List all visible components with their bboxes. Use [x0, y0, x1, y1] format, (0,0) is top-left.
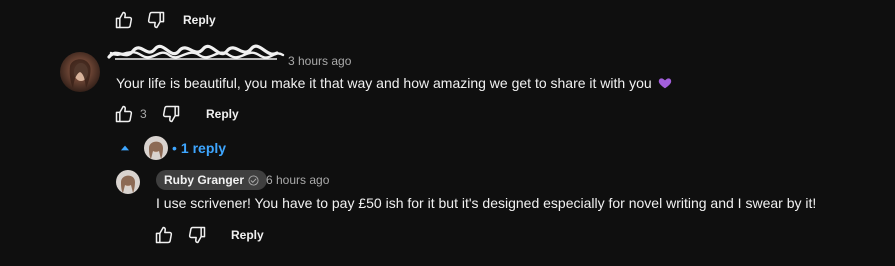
separator-dot: • [172, 140, 177, 156]
caret-up-icon [120, 145, 130, 151]
purple-heart-icon [658, 78, 671, 89]
creator-author-chip[interactable]: Ruby Granger [156, 170, 268, 190]
avatar[interactable] [116, 170, 140, 194]
redacted-author-name [107, 44, 285, 60]
comment-body: Your life is beautiful, you make it that… [116, 74, 672, 92]
thumbs-down-icon [147, 11, 165, 29]
comment-text: Your life is beautiful, you make it that… [116, 75, 652, 91]
reply-author-avatar [144, 136, 168, 160]
thumbs-down-icon [188, 226, 206, 244]
replies-count[interactable]: 1 reply [181, 140, 226, 156]
thumbs-down-icon [162, 105, 180, 123]
thumbs-up-icon [155, 226, 173, 244]
avatar[interactable] [60, 52, 100, 92]
avatar-image [60, 52, 100, 92]
author-name: Ruby Granger [164, 173, 245, 187]
reply-timestamp[interactable]: 6 hours ago [266, 173, 329, 187]
dislike-button[interactable] [186, 224, 208, 246]
reply-button[interactable]: Reply [183, 13, 216, 27]
avatar-image [144, 136, 168, 160]
like-button[interactable] [113, 9, 135, 31]
reply-button[interactable]: Reply [231, 228, 264, 242]
thumbs-up-icon [115, 11, 133, 29]
reply-text: I use scrivener! You have to pay £50 ish… [156, 195, 817, 211]
dislike-button[interactable] [145, 9, 167, 31]
like-count: 3 [140, 107, 147, 121]
dislike-button[interactable] [160, 103, 182, 125]
thumbs-up-icon [115, 105, 133, 123]
like-button[interactable] [113, 103, 135, 125]
replies-toggle[interactable]: • 1 reply [118, 134, 226, 162]
avatar-image [116, 170, 140, 194]
verified-check-icon [248, 174, 259, 186]
reply-button[interactable]: Reply [206, 107, 239, 121]
comment-timestamp[interactable]: 3 hours ago [288, 54, 351, 68]
like-button[interactable] [153, 224, 175, 246]
